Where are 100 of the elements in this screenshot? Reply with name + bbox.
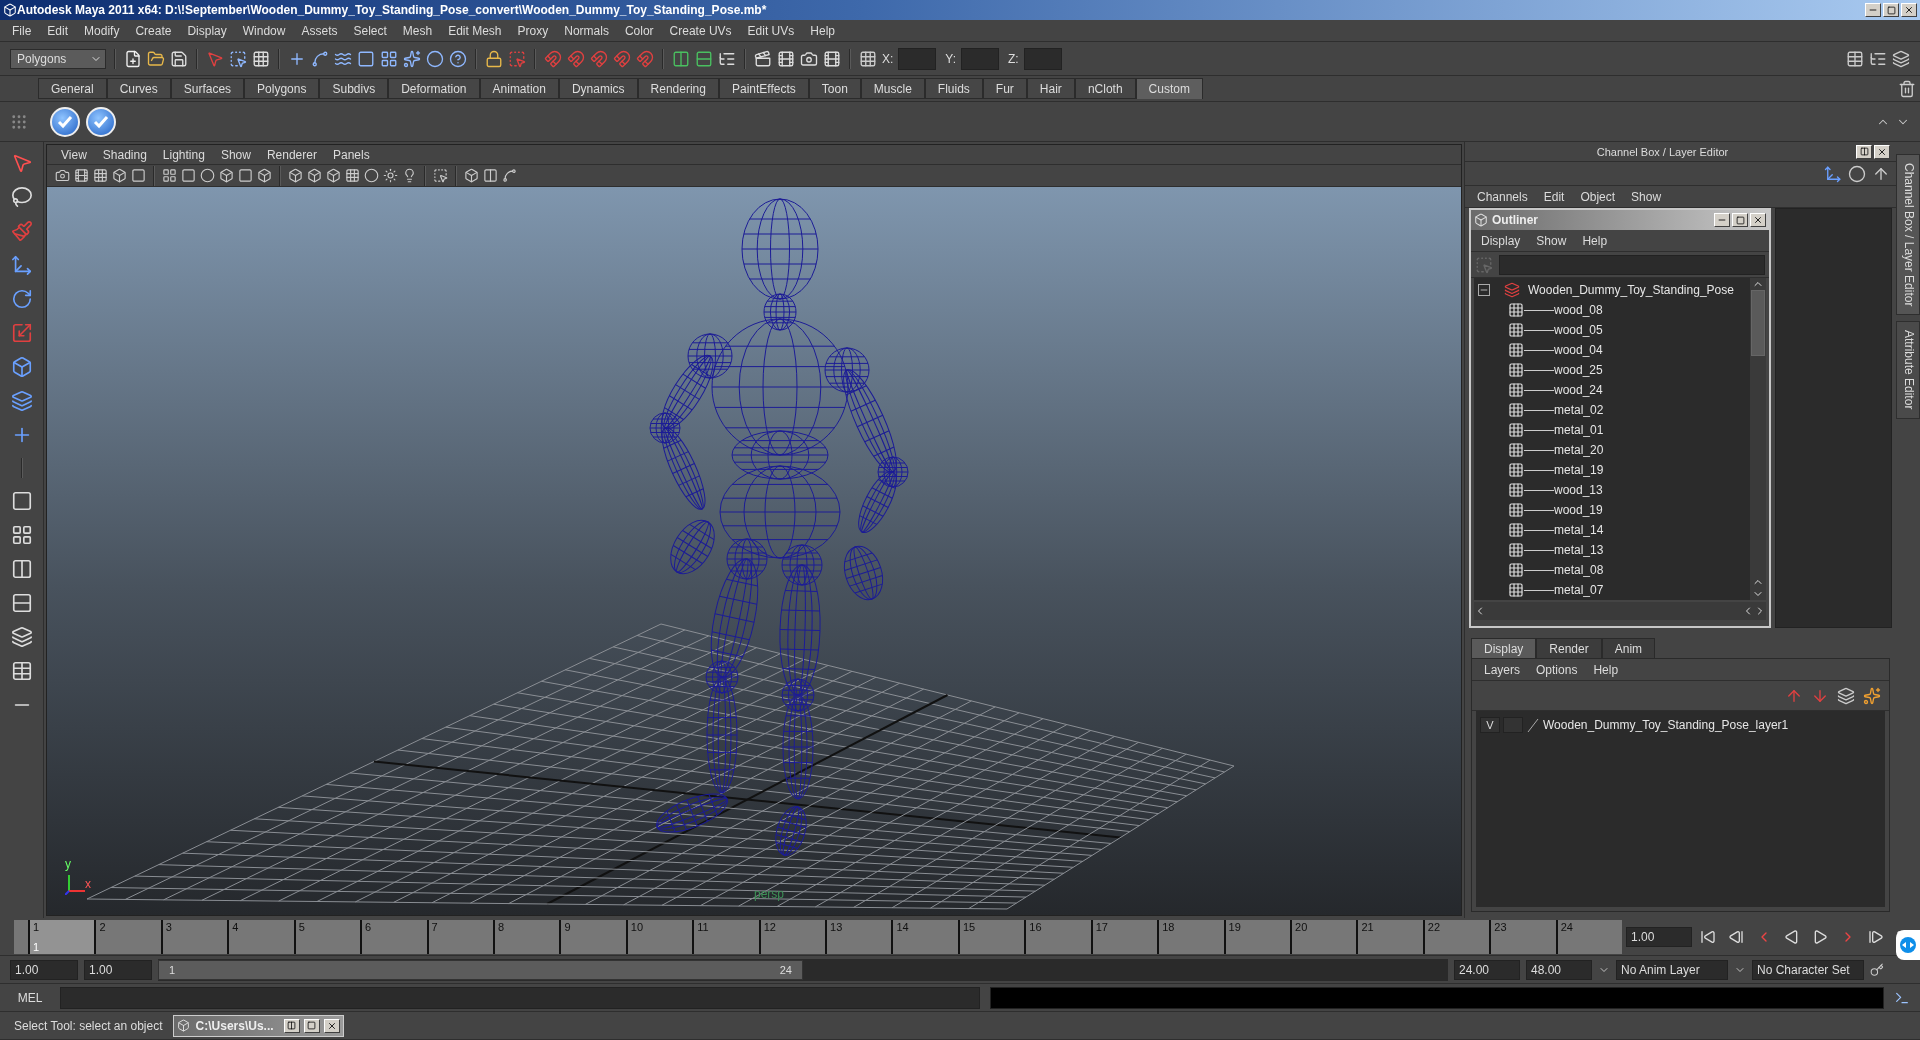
grid-points-icon[interactable] [380,49,398,68]
y-field[interactable] [961,47,1000,70]
xray-icon[interactable] [464,168,479,183]
group-node-icon[interactable] [1504,282,1520,298]
frame-icon[interactable] [181,168,196,183]
minimized-window[interactable]: C:\Users\Us... [172,1014,344,1037]
shelf-tab[interactable]: Curves [106,78,171,99]
filter-field[interactable] [1499,254,1765,275]
float-button[interactable] [1856,144,1872,159]
two-pane-layout-icon[interactable] [10,558,33,580]
restore-button[interactable] [283,1018,300,1033]
range-slider[interactable]: 1 24 [158,959,803,980]
mesh-node-icon[interactable] [1508,562,1524,578]
menu-item[interactable]: File [4,23,40,38]
mesh-node-icon[interactable] [1508,402,1524,418]
shelf-tab[interactable]: Rendering [637,78,719,99]
menu-item[interactable]: Create [127,23,180,38]
maximize-button[interactable] [1732,213,1748,227]
cube-icon[interactable] [10,356,33,378]
command-input-field[interactable] [60,986,980,1009]
menu-item[interactable]: Modify [76,23,128,38]
output-ops-icon[interactable] [695,49,713,68]
shelf-tab[interactable]: Subdivs [319,78,389,99]
layer-tab[interactable]: Display [1471,638,1537,658]
side-tab[interactable]: Attribute Editor [1896,321,1920,419]
new-file-icon[interactable] [124,49,142,68]
grid-icon[interactable] [252,49,270,68]
outliner-item[interactable]: metal_14 [1554,523,1604,537]
current-time-field[interactable]: 1.00 [1626,926,1692,947]
menu-item[interactable]: Help [802,23,843,38]
mesh-node-icon[interactable] [1508,302,1524,318]
shelf-tab[interactable]: nCloth [1074,78,1136,99]
shelf-tab[interactable]: Animation [479,78,559,99]
new-layer-selected-icon[interactable] [1863,686,1881,705]
sparkle-icon[interactable] [403,49,421,68]
smooth-shade-icon[interactable] [257,168,272,183]
outliner-item[interactable]: Wooden_Dummy_Toy_Standing_Pose [1528,283,1734,297]
viewport-menu-item[interactable]: Panels [324,147,378,162]
isolate-icon[interactable] [433,168,448,183]
mesh-node-icon[interactable] [1508,322,1524,338]
mesh-node-icon[interactable] [1508,582,1524,598]
close-button[interactable] [1750,213,1766,227]
mesh-node-icon[interactable] [1508,542,1524,558]
curve-icon[interactable] [311,49,329,68]
layer-menu-item[interactable]: Layers [1476,662,1529,677]
shelf-tab[interactable]: Fur [982,78,1027,99]
shelf-tab[interactable]: PaintEffects [718,78,809,99]
outliner-item[interactable]: wood_24 [1554,383,1603,397]
layer-tab[interactable]: Anim [1601,638,1656,658]
shelf-tab[interactable]: Fluids [924,78,983,99]
shelf-tab[interactable]: Toon [808,78,861,99]
viewport-menu-item[interactable]: View [53,147,95,162]
menu-item[interactable]: Display [179,23,235,38]
close-button[interactable] [1901,3,1917,17]
menu-item[interactable]: Assets [293,23,346,38]
layout-icon[interactable] [483,168,498,183]
maximize-button[interactable] [1883,3,1899,17]
graph-layout-icon[interactable] [10,660,33,682]
viewport-menu-item[interactable]: Renderer [258,147,325,162]
channel-box-menu-item[interactable]: Channels [1469,189,1536,204]
save-icon[interactable] [170,49,188,68]
manipulator-icon[interactable] [10,390,33,412]
film-icon[interactable] [74,168,89,183]
time-slider[interactable]: 1 1 2 3 4 5 6 7 8 9 10 11 12 13 14 15 16 17 18 19 20 21 22 23 24 [14,919,1622,954]
shelf-tab[interactable]: Deformation [388,78,480,99]
visibility-toggle[interactable]: V [1480,717,1500,733]
mesh-node-icon[interactable] [1508,502,1524,518]
shelf-tab[interactable]: Surfaces [170,78,245,99]
outliner-layout-icon[interactable] [10,626,33,648]
mesh-node-icon[interactable] [1508,442,1524,458]
hypershade-icon[interactable] [823,49,841,68]
channel-box-icon[interactable] [1892,49,1910,68]
shelf-tab[interactable]: Polygons [244,78,320,99]
outliner-item[interactable]: wood_13 [1554,483,1603,497]
outliner-menu-item[interactable]: Display [1473,233,1529,248]
channel-box-menu-item[interactable]: Object [1572,189,1624,204]
side-tab[interactable]: Channel Box / Layer Editor [1896,154,1920,316]
lasso-icon[interactable] [10,186,33,208]
shelf-tab[interactable]: General [38,78,107,99]
z-field[interactable] [1023,47,1062,70]
square-icon[interactable] [131,168,146,183]
shaded-cube-icon[interactable] [307,168,322,183]
sun-icon[interactable] [383,168,398,183]
viewport-menu-item[interactable]: Lighting [154,147,213,162]
outliner-item[interactable]: wood_04 [1554,343,1603,357]
camera-icon[interactable] [55,168,70,183]
grid-toggle-icon[interactable] [162,168,177,183]
menu-item[interactable]: Color [616,23,662,38]
outliner-item[interactable]: wood_19 [1554,503,1603,517]
horizontal-scrollbar[interactable] [1474,602,1766,620]
layer-menu-item[interactable]: Help [1585,662,1627,677]
mesh-node-icon[interactable] [1508,342,1524,358]
input-ops-icon[interactable] [672,49,690,68]
menu-item[interactable]: Edit [39,23,77,38]
menu-item[interactable]: Mesh [394,23,441,38]
viewport-menu-item[interactable]: Shading [94,147,155,162]
cube-icon[interactable] [112,168,127,183]
wireframe-cube-icon[interactable] [288,168,303,183]
outliner-item[interactable]: metal_19 [1554,463,1604,477]
close-button[interactable] [323,1018,340,1033]
